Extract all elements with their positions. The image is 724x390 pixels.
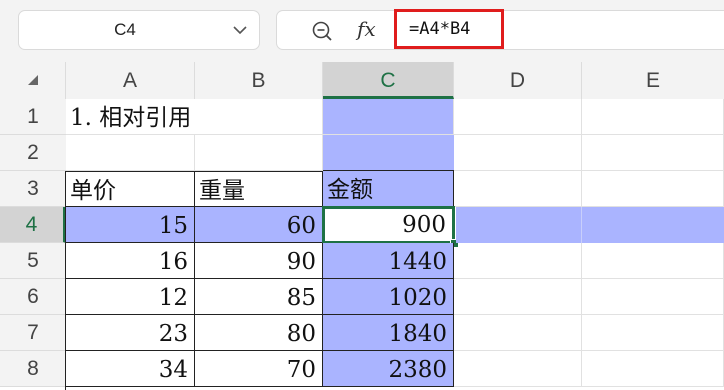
cell-a4[interactable]: 15: [66, 207, 195, 243]
table-left-border: [65, 171, 66, 390]
chevron-down-icon[interactable]: [233, 25, 247, 35]
cell-e5[interactable]: [582, 243, 724, 279]
cell-a3[interactable]: 单价: [66, 171, 195, 207]
column-header-b[interactable]: B: [195, 62, 323, 99]
row-header-8[interactable]: 8: [0, 351, 66, 387]
cell-e1[interactable]: [582, 99, 724, 135]
cell-c1[interactable]: [323, 99, 454, 135]
cell-b3[interactable]: 重量: [195, 171, 323, 207]
cell-d8[interactable]: [454, 351, 582, 387]
name-box-value: C4: [114, 20, 136, 39]
cell-c5[interactable]: 1440: [323, 243, 454, 279]
row-header-5[interactable]: 5: [0, 243, 66, 279]
cell-d2[interactable]: [454, 135, 582, 171]
cell-b6[interactable]: 85: [195, 279, 323, 315]
cell-e2[interactable]: [582, 135, 724, 171]
cell-b4[interactable]: 60: [195, 207, 323, 243]
cell-b5[interactable]: 90: [195, 243, 323, 279]
cell-a5[interactable]: 16: [66, 243, 195, 279]
select-all-corner[interactable]: [0, 62, 66, 99]
cell-e8[interactable]: [582, 351, 724, 387]
row-header-4[interactable]: 4: [0, 207, 66, 243]
cell-c2[interactable]: [323, 135, 454, 171]
cell-e3[interactable]: [582, 171, 724, 207]
row-header-1[interactable]: 1: [0, 99, 66, 135]
cell-e4[interactable]: [582, 207, 724, 243]
cell-d1[interactable]: [454, 99, 582, 135]
cell-c7[interactable]: 1840: [323, 315, 454, 351]
cell-a7[interactable]: 23: [66, 315, 195, 351]
cell-d5[interactable]: [454, 243, 582, 279]
cell-d7[interactable]: [454, 315, 582, 351]
row-header-2[interactable]: 2: [0, 135, 66, 171]
name-box[interactable]: C4: [18, 10, 260, 50]
cell-a2[interactable]: [66, 135, 195, 171]
formula-toolbar: C4 fx =A4*B4: [0, 0, 724, 62]
cell-c6[interactable]: 1020: [323, 279, 454, 315]
fx-icon[interactable]: fx: [357, 17, 376, 41]
cell-d3[interactable]: [454, 171, 582, 207]
cell-c8[interactable]: 2380: [323, 351, 454, 387]
formula-input[interactable]: =A4*B4: [394, 9, 504, 49]
row-header-3[interactable]: 3: [0, 171, 66, 207]
cell-b7[interactable]: 80: [195, 315, 323, 351]
row-header-6[interactable]: 6: [0, 279, 66, 315]
zoom-icon[interactable]: [311, 20, 333, 42]
cell-d6[interactable]: [454, 279, 582, 315]
column-header-d[interactable]: D: [454, 62, 582, 99]
cell-b2[interactable]: [195, 135, 323, 171]
row-header-7[interactable]: 7: [0, 315, 66, 351]
cell-e7[interactable]: [582, 315, 724, 351]
column-header-e[interactable]: E: [582, 62, 724, 99]
cell-e6[interactable]: [582, 279, 724, 315]
cell-d4[interactable]: [456, 207, 582, 243]
formula-text: =A4*B4: [409, 19, 471, 39]
cell-a6[interactable]: 12: [66, 279, 195, 315]
cell-c4-active[interactable]: 900: [322, 206, 455, 244]
column-header-a[interactable]: A: [66, 62, 195, 99]
cell-c3[interactable]: 金额: [323, 171, 454, 207]
cell-b8[interactable]: 70: [195, 351, 323, 387]
cell-a1[interactable]: 1. 相对引用: [66, 99, 323, 135]
cell-a8[interactable]: 34: [66, 351, 195, 387]
select-all-icon: [28, 75, 38, 85]
column-header-c[interactable]: C: [323, 62, 454, 99]
